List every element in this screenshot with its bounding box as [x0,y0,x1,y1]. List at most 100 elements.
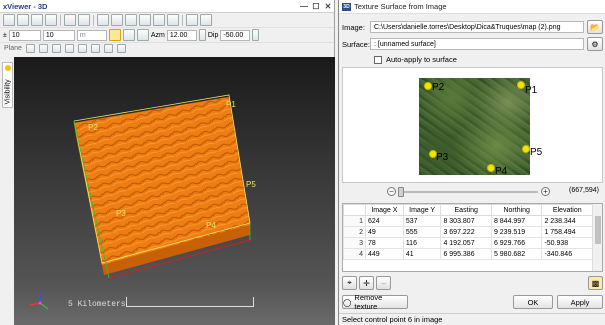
render-mode-icon[interactable] [64,14,76,26]
browse-image-button[interactable]: 📂 [587,20,603,34]
table-cell[interactable]: -340.846 [541,248,593,260]
table-cell[interactable]: 78 [365,237,404,249]
auto-apply-checkbox[interactable] [374,55,382,64]
table-header-row: Image X Image Y Easting Northing Elevati… [343,204,593,216]
control-points-table[interactable]: Image X Image Y Easting Northing Elevati… [342,203,603,272]
surface-row: Surface: : [unnamed surface] ⚙ [342,37,603,51]
zoom-in-button[interactable]: + [541,187,550,196]
zoom-slider-track[interactable] [398,191,538,193]
plane-tool-icon[interactable] [64,43,74,53]
zoom-slider-thumb[interactable] [398,187,404,197]
zoom-in-icon[interactable] [3,14,15,26]
scrollbar-thumb[interactable] [595,216,601,244]
table-cell[interactable]: 41 [402,248,442,260]
plane-tool-icon[interactable] [25,43,35,53]
visibility-tab[interactable]: Visibility [2,62,13,108]
table-cell[interactable]: 555 [402,226,442,238]
dip-spin-icon[interactable] [252,29,260,41]
surface-label: Surface: [342,39,370,49]
table-cell[interactable]: 3 697.222 [440,226,492,238]
table-row[interactable]: 1 624 537 8 303.807 8 844.997 2 238.344 [343,215,593,227]
view-mode-icon[interactable] [78,14,90,26]
remove-texture-button[interactable]: ◯ Remove texture [342,293,408,311]
lock-icon[interactable] [125,14,137,26]
column-header[interactable]: Easting [440,204,492,216]
control-point-p5[interactable] [522,145,530,153]
apply-button[interactable]: Apply [557,295,603,309]
print-icon[interactable] [167,14,179,26]
column-header[interactable]: Image X [365,204,404,216]
map-image[interactable]: P2 P1 P3 P4 P5 [419,78,542,177]
monitor-icon[interactable] [122,29,135,41]
column-header[interactable]: Image Y [402,204,442,216]
table-cell[interactable]: 116 [402,237,442,249]
dip-input[interactable]: -50.00 [220,29,251,41]
surface-field[interactable]: : [unnamed surface] [370,38,584,50]
dialog-titlebar: 3D Texture Surface from Image [339,0,605,14]
apply-texture-icon-button[interactable]: ▩ [588,276,603,290]
azm-spin-icon[interactable] [198,29,206,41]
maximize-button[interactable]: ☐ [310,1,322,12]
table-cell[interactable]: 2 238.344 [541,215,593,227]
image-preview-panel[interactable]: P2 P1 P3 P4 P5 [342,67,603,183]
table-cell[interactable]: 537 [402,215,442,227]
table-cell[interactable]: 5 980.682 [490,248,543,260]
image-label: Image: [342,22,365,32]
export-icon[interactable] [153,14,165,26]
table-cell[interactable]: 9 239.519 [490,226,543,238]
3d-viewport[interactable]: P1 P2 P3 P4 P5 5 Kilometers [14,57,335,325]
scene-point-label-p1: P1 [226,100,236,109]
table-cell[interactable]: 8 844.997 [490,215,543,227]
row-number: 2 [343,226,366,238]
ok-button[interactable]: OK [513,295,553,309]
plane-tool-icon[interactable] [77,43,87,53]
table-cell[interactable]: 6 929.766 [490,237,543,249]
plane-tool-icon[interactable] [116,43,126,53]
image-path-field[interactable]: C:\Users\danielle.torres\Desktop\Dica&Tr… [370,21,584,33]
pick-point-button[interactable]: ⌖ [342,276,357,290]
spacing-field-2[interactable]: 10 [42,29,75,41]
table-cell[interactable]: 1 758.494 [541,226,593,238]
display-dropdown-icon[interactable] [186,14,198,26]
table-cell[interactable]: 49 [365,226,404,238]
plane-tool-icon[interactable] [38,43,48,53]
table-scrollbar[interactable] [592,204,602,271]
table-cell[interactable]: 6 995.386 [440,248,492,260]
table-cell[interactable]: 624 [365,215,404,227]
table-row[interactable]: 3 78 116 4 192.057 6 929.766 -50.938 [343,237,593,249]
control-point-p4[interactable] [487,164,495,172]
column-header[interactable]: Elevation [541,204,593,216]
plane-tool-icon[interactable] [103,43,113,53]
close-button[interactable]: ✕ [322,1,334,12]
plane-tool-icon[interactable] [51,43,61,53]
table-cell[interactable]: -50.938 [541,237,593,249]
table-cell[interactable]: 4 192.057 [440,237,492,249]
table-row[interactable]: 4 449 41 6 995.386 5 980.682 -340.846 [343,248,593,260]
select-surface-button[interactable]: ⚙ [587,37,603,51]
zoom-extent-icon[interactable] [31,14,43,26]
zoom-out-button[interactable]: − [387,187,396,196]
azm-label: Azm [150,31,165,39]
zoom-out-icon[interactable] [17,14,29,26]
table-cell[interactable]: 8 303.807 [440,215,492,227]
camera-icon[interactable] [136,29,149,41]
image-icon[interactable] [139,14,151,26]
spacing-field-1[interactable]: 10 [8,29,41,41]
navigate-icon[interactable] [108,29,121,41]
table-row[interactable]: 2 49 555 3 697.222 9 239.519 1 758.494 [343,226,593,238]
grid-icon[interactable] [111,14,123,26]
auto-apply-row: Auto-apply to surface [374,55,457,64]
zoom-window-icon[interactable] [45,14,57,26]
layers-icon[interactable] [97,14,109,26]
move-point-button[interactable]: ✛ [359,276,374,290]
column-header[interactable]: Northing [490,204,543,216]
remove-point-button[interactable]: – [376,276,391,290]
control-point-p2[interactable] [424,82,432,90]
control-point-p1[interactable] [517,81,525,89]
unit-select[interactable]: m [76,29,107,41]
plane-tool-icon[interactable] [90,43,100,53]
table-cell[interactable]: 449 [365,248,404,260]
azm-input[interactable]: 12.00 [166,29,197,41]
minimize-button[interactable]: — [298,1,310,12]
settings-icon[interactable] [200,14,212,26]
